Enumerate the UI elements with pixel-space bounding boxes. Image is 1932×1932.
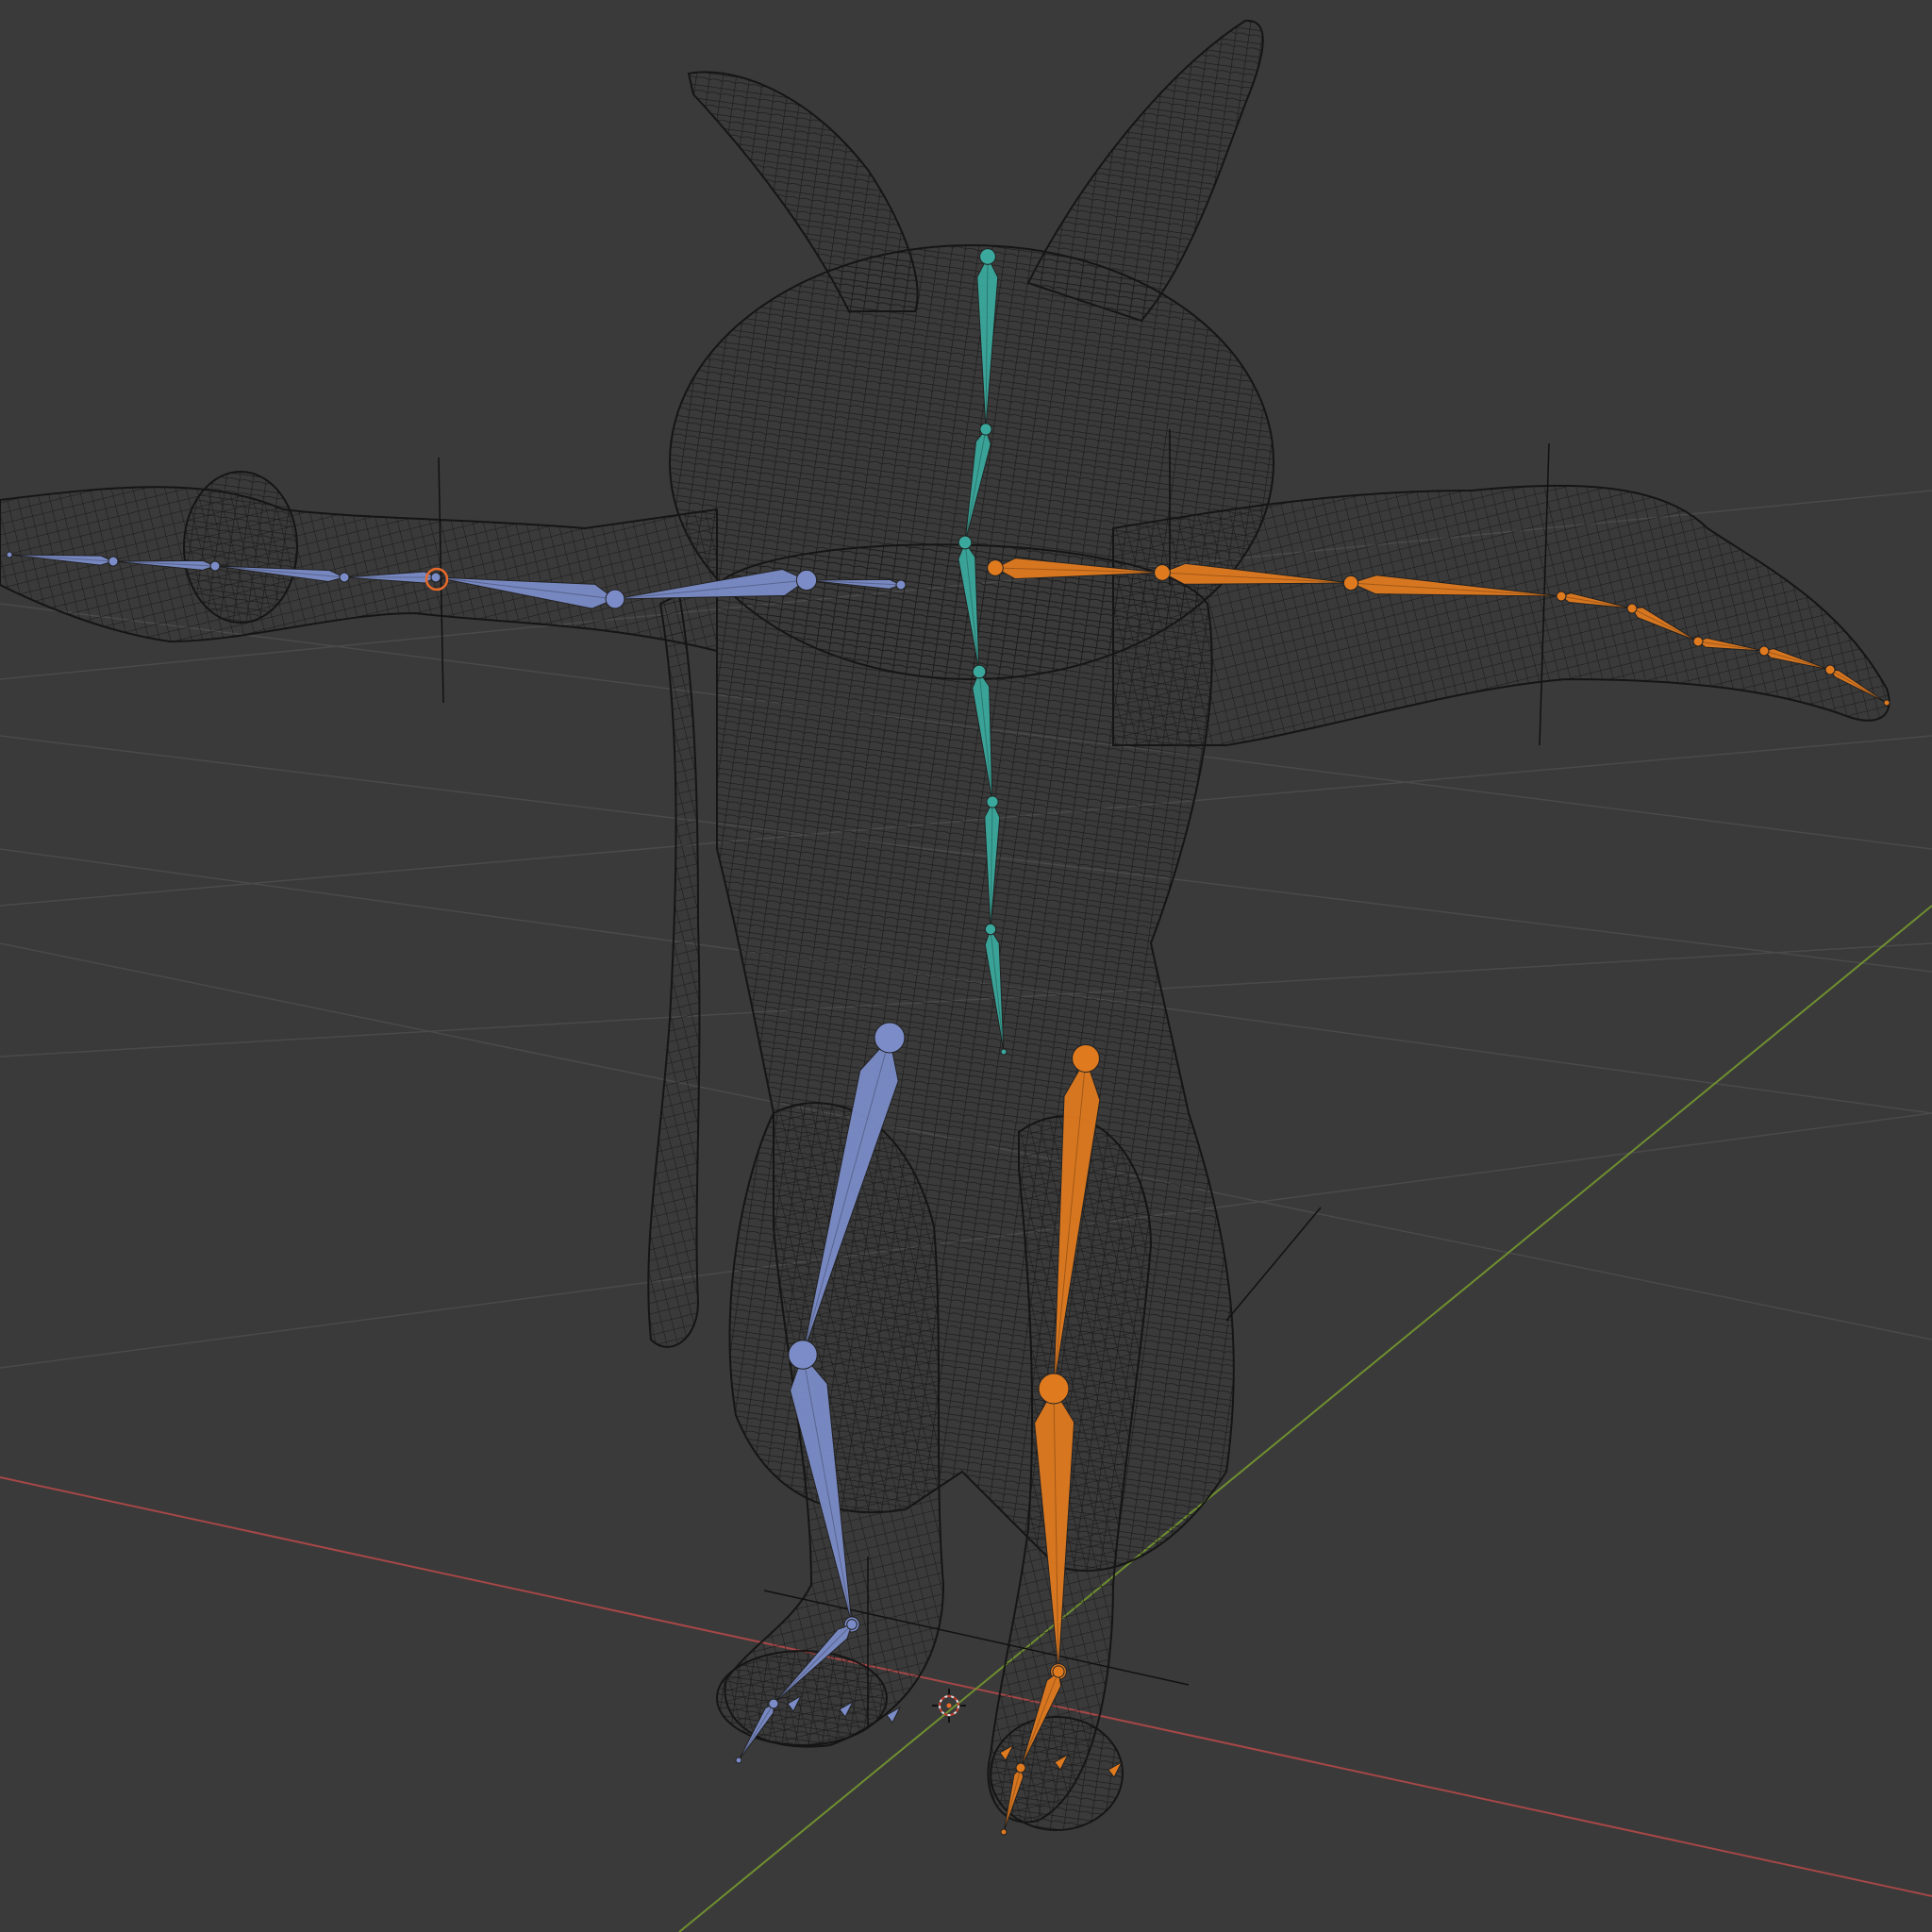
wireframe-mesh[interactable] (0, 19, 1890, 1831)
left-foot (716, 1650, 888, 1746)
tail (647, 592, 701, 1348)
left-hand (183, 471, 298, 624)
right-arm (1112, 484, 1890, 746)
x-axis-line (0, 1476, 1932, 1897)
3d-cursor-icon[interactable] (932, 1689, 966, 1723)
left-arm (0, 486, 718, 653)
3d-viewport[interactable] (0, 0, 1932, 1932)
